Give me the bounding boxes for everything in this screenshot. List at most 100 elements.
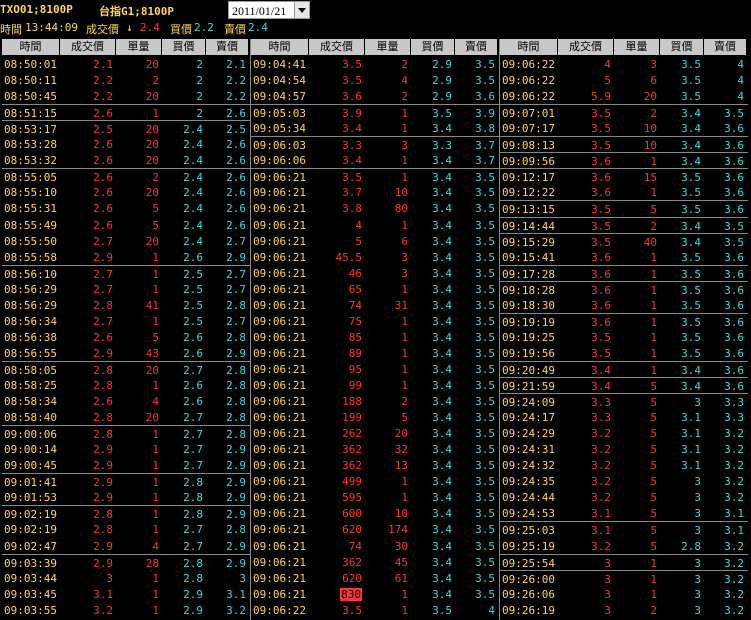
table-row[interactable]: 09:18:30 3.6 1 3.5 3.6 [500,297,748,314]
chevron-down-icon[interactable] [294,2,309,18]
table-row[interactable]: 09:06:21 65 1 3.4 3.5 [251,281,499,298]
table-row[interactable]: 08:55:50 2.7 20 2.4 2.7 [2,233,250,250]
table-row[interactable]: 08:58:34 2.6 4 2.6 2.8 [2,393,250,410]
table-row[interactable]: 08:56:34 2.7 1 2.5 2.7 [2,313,250,330]
table-row[interactable]: 09:24:17 3.3 5 3.1 3.3 [500,409,748,426]
table-row[interactable]: 08:53:28 2.6 20 2.4 2.6 [2,136,250,153]
table-row[interactable]: 09:00:14 2.9 1 2.7 2.9 [2,441,250,458]
table-row[interactable]: 09:04:54 3.5 4 2.9 3.5 [251,72,499,89]
table-row[interactable]: 09:04:41 3.5 2 2.9 3.5 [251,56,499,73]
cell-ask: 4 [737,74,744,88]
table-row[interactable]: 09:26:06 3 1 3 3.2 [500,586,748,603]
table-row[interactable]: 08:55:49 2.6 5 2.4 2.6 [2,217,250,234]
table-row[interactable]: 08:55:10 2.6 20 2.4 2.6 [2,184,250,201]
table-row[interactable]: 09:06:21 75 1 3.4 3.5 [251,313,499,330]
cell-volume: 1 [152,459,159,473]
cell-volume: 1 [401,491,408,505]
date-select[interactable]: 2011/01/21 [228,1,310,19]
table-row[interactable]: 09:06:21 830 1 3.4 3.5 [251,586,499,603]
table-row[interactable]: 09:03:45 3.1 1 2.9 3.1 [2,586,250,603]
col-header-ask[interactable]: 賣價 [206,39,249,55]
table-row[interactable]: 09:06:21 46 3 3.4 3.5 [251,265,499,282]
col-header-time[interactable]: 時間 [251,39,309,55]
cell-volume: 1 [401,314,408,328]
table-row[interactable]: 09:02:47 2.9 4 2.7 2.9 [2,538,250,555]
table-row[interactable]: 09:06:21 620 61 3.4 3.5 [251,570,499,587]
col-header-time[interactable]: 時間 [2,39,60,55]
table-row[interactable]: 09:06:22 5 6 3.5 4 [500,72,748,89]
table-row[interactable]: 09:06:21 262 20 3.4 3.5 [251,425,499,442]
table-row[interactable]: 09:05:34 3.4 1 3.4 3.8 [251,120,499,137]
table-row[interactable]: 09:06:22 3.5 1 3.5 4 [251,602,499,619]
table-row[interactable]: 08:56:29 2.7 1 2.5 2.7 [2,281,250,298]
table-row[interactable]: 09:24:35 3.2 5 3 3.2 [500,473,748,490]
col-header-volume[interactable]: 單量 [614,39,660,55]
table-row[interactable]: 09:06:22 4 3 3.5 4 [500,56,748,73]
col-header-bid[interactable]: 買價 [162,39,206,55]
table-row[interactable]: 08:50:11 2.2 2 2 2.2 [2,72,250,89]
table-row[interactable]: 09:06:21 362 32 3.4 3.5 [251,441,499,458]
table-row[interactable]: 09:04:57 3.6 2 2.9 3.6 [251,88,499,105]
table-row[interactable]: 09:03:55 3.2 1 2.9 3.2 [2,602,250,619]
table-row[interactable]: 09:06:21 89 1 3.4 3.5 [251,345,499,362]
col-header-price[interactable]: 成交價 [60,39,116,55]
table-row[interactable]: 08:58:40 2.8 20 2.7 2.8 [2,409,250,426]
highlighted-price: 830 [340,587,362,601]
table-row[interactable]: 09:19:25 3.5 1 3.5 3.6 [500,329,748,346]
table-row[interactable]: 09:06:06 3.4 1 3.4 3.7 [251,152,499,169]
table-row[interactable]: 09:06:21 5 6 3.4 3.5 [251,233,499,250]
table-row[interactable]: 09:03:44 3 1 2.8 3 [2,570,250,587]
table-row[interactable]: 08:50:01 2.1 20 2 2.1 [2,56,250,73]
table-row[interactable]: 09:06:21 620 174 3.4 3.5 [251,521,499,538]
table-row[interactable]: 09:06:22 5.9 20 3.5 4 [500,88,748,105]
table-row[interactable]: 09:07:17 3.5 10 3.4 3.6 [500,120,748,137]
col-header-ask[interactable]: 賣價 [704,39,747,55]
table-row[interactable]: 09:06:21 95 1 3.4 3.5 [251,361,499,378]
table-row[interactable]: 09:26:19 3 2 3 3.2 [500,602,748,619]
table-row[interactable]: 09:25:19 3.2 5 2.8 3.2 [500,538,748,555]
table-row[interactable]: 09:06:21 3.8 80 3.4 3.5 [251,200,499,217]
table-row[interactable]: 09:15:41 3.6 1 3.5 3.6 [500,249,748,266]
table-row[interactable]: 09:00:45 2.9 1 2.7 2.9 [2,457,250,474]
table-row[interactable]: 09:06:21 99 1 3.4 3.5 [251,377,499,394]
table-row[interactable]: 09:24:29 3.2 5 3.1 3.2 [500,425,748,442]
table-row[interactable]: 08:58:25 2.8 1 2.6 2.8 [2,377,250,394]
col-header-price[interactable]: 成交價 [309,39,365,55]
table-row[interactable]: 09:06:21 3.7 10 3.4 3.5 [251,184,499,201]
table-row[interactable]: 09:06:21 85 1 3.4 3.5 [251,329,499,346]
cell-price: 45.5 [335,250,363,264]
table-row[interactable]: 09:06:21 45.5 3 3.4 3.5 [251,249,499,266]
table-row[interactable]: 09:24:53 3.1 5 3 3.1 [500,505,748,522]
table-row[interactable]: 08:50:45 2.2 20 2 2.2 [2,88,250,105]
table-row[interactable]: 08:56:55 2.9 43 2.6 2.9 [2,345,250,362]
col-header-bid[interactable]: 買價 [411,39,455,55]
table-row[interactable]: 08:53:32 2.6 20 2.4 2.6 [2,152,250,169]
table-row[interactable]: 09:02:19 2.8 1 2.7 2.8 [2,521,250,538]
table-row[interactable]: 09:06:21 199 5 3.4 3.5 [251,409,499,426]
table-row[interactable]: 09:24:32 3.2 5 3.1 3.2 [500,457,748,474]
table-row[interactable]: 09:19:56 3.5 1 3.5 3.6 [500,345,748,362]
col-header-price[interactable]: 成交價 [558,39,614,55]
col-header-ask[interactable]: 賣價 [455,39,498,55]
table-row[interactable]: 08:56:38 2.6 5 2.6 2.8 [2,329,250,346]
table-row[interactable]: 09:06:21 362 45 3.4 3.5 [251,554,499,571]
table-row[interactable]: 09:06:21 74 31 3.4 3.5 [251,297,499,314]
table-row[interactable]: 09:06:21 188 2 3.4 3.5 [251,393,499,410]
table-row[interactable]: 08:56:29 2.8 41 2.5 2.8 [2,297,250,314]
table-row[interactable]: 09:06:21 595 1 3.4 3.5 [251,489,499,506]
table-row[interactable]: 08:55:58 2.9 1 2.6 2.9 [2,249,250,266]
table-row[interactable]: 09:12:22 3.6 1 3.5 3.6 [500,184,748,201]
table-row[interactable]: 09:01:53 2.9 1 2.8 2.9 [2,489,250,506]
table-row[interactable]: 09:06:21 499 1 3.4 3.5 [251,473,499,490]
col-header-volume[interactable]: 單量 [365,39,411,55]
table-row[interactable]: 08:55:31 2.6 5 2.4 2.6 [2,200,250,217]
table-row[interactable]: 09:06:21 362 13 3.4 3.5 [251,457,499,474]
table-row[interactable]: 09:24:44 3.2 5 3 3.2 [500,489,748,506]
col-header-volume[interactable]: 單量 [116,39,162,55]
table-row[interactable]: 09:06:21 74 30 3.4 3.5 [251,538,499,555]
table-row[interactable]: 09:06:21 600 10 3.4 3.5 [251,505,499,522]
col-header-time[interactable]: 時間 [500,39,558,55]
col-header-bid[interactable]: 買價 [660,39,704,55]
table-row[interactable]: 09:24:31 3.2 5 3.1 3.2 [500,441,748,458]
table-row[interactable]: 09:06:21 4 1 3.4 3.5 [251,217,499,234]
